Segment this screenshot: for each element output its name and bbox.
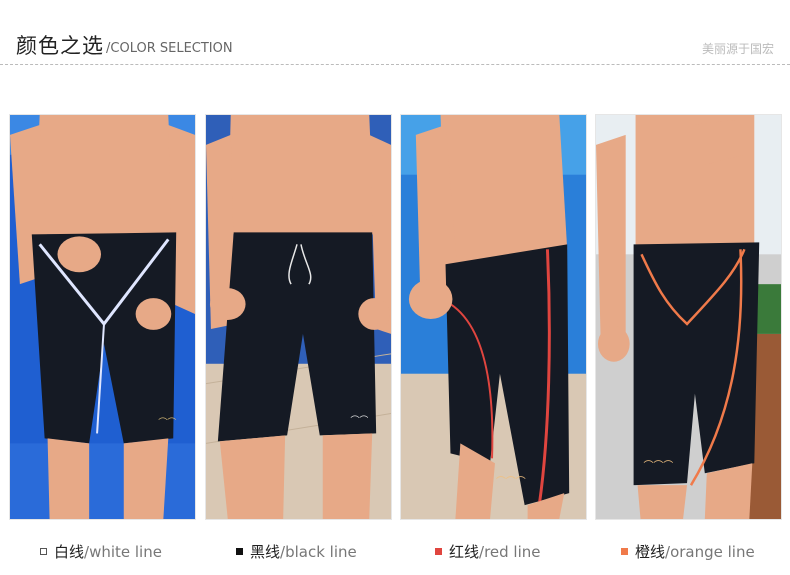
variant-caption-red-line: 红线 /red line [435,541,541,562]
product-photo-white-line[interactable]: ⌒⌒ [9,114,196,520]
variant-name-cn: 橙线 [635,543,666,561]
variant-name-en: /red line [479,542,541,561]
variant-name-en: /white line [84,542,162,561]
swim-shorts-image: ⌒⌒⌒ [596,115,781,519]
section-title: 颜色之选 [16,34,104,58]
svg-text:⌒⌒: ⌒⌒ [158,417,176,428]
variant-caption-black-line: 黑线 /black line [236,541,357,562]
swatch-orange [621,548,628,555]
svg-text:⌒⌒⌒: ⌒⌒⌒ [643,460,673,472]
swatch-red [435,548,442,555]
variant-name-cn: 红线 [449,543,480,561]
header-divider [0,64,790,65]
svg-text:⌒⌒: ⌒⌒ [350,415,368,426]
product-photo-black-line[interactable]: ⌒⌒ [205,114,392,520]
svg-text:⌒⌒⌒: ⌒⌒⌒ [496,476,526,488]
swatch-white [40,548,47,555]
variant-name-en: /black line [280,542,357,561]
header: 颜色之选 /COLOR SELECTION 美丽源于国宏 [0,0,790,70]
swim-shorts-image: ⌒⌒ [10,115,195,519]
swim-shorts-image: ⌒⌒⌒ [401,115,586,519]
brand-slogan: 美丽源于国宏 [701,42,774,56]
variant-name-cn: 白线 [54,543,85,561]
section-subtitle: /COLOR SELECTION [106,41,233,56]
variant-caption-orange-line: 橙线 /orange line [621,541,755,562]
variant-name-en: /orange line [665,542,755,561]
variant-caption-white-line: 白线 /white line [40,541,162,562]
swatch-black [236,548,243,555]
product-photo-red-line[interactable]: ⌒⌒⌒ [400,114,587,520]
product-photo-orange-line[interactable]: ⌒⌒⌒ [595,114,782,520]
swim-shorts-image: ⌒⌒ [206,115,391,519]
variant-name-cn: 黑线 [250,543,281,561]
